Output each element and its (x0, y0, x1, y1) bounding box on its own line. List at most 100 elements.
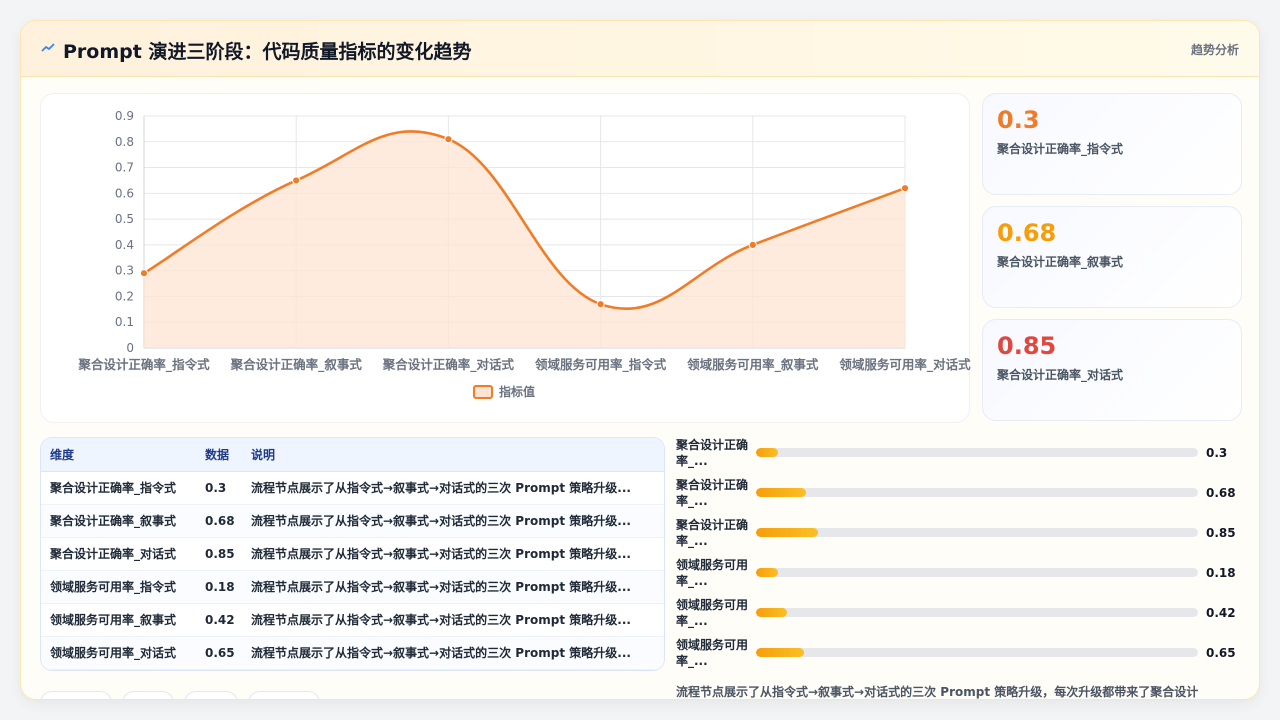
bar-value: 0.42 (1206, 606, 1236, 620)
table-cell: 流程节点展示了从指令式→叙事式→对话式的三次 Prompt 策略升级... (242, 636, 664, 670)
data-point (900, 184, 910, 193)
y-tick-label: 0.1 (115, 315, 134, 329)
page-title: Prompt 演进三阶段：代码质量指标的变化趋势 (63, 41, 472, 63)
y-tick-label: 0.6 (115, 186, 134, 200)
table-row[interactable]: 聚合设计正确率_对话式 0.85 流程节点展示了从指令式→叙事式→对话式的三次 … (41, 537, 664, 571)
bar-fill (756, 608, 787, 617)
filter-pill[interactable] (184, 691, 238, 699)
x-tick-label: 领域服务可用率_指令式 (535, 357, 667, 373)
y-tick-label: 0 (126, 341, 134, 355)
y-tick-label: 0.3 (115, 264, 134, 278)
y-tick-label: 0.5 (115, 212, 134, 226)
kpi-card-2: 0.68 聚合设计正确率_叙事式 (982, 206, 1242, 308)
table-cell: 0.85 (196, 537, 242, 571)
bar-value: 0.65 (1206, 646, 1236, 660)
filter-pill[interactable] (40, 691, 112, 699)
data-point (444, 135, 453, 144)
card-header: Prompt 演进三阶段：代码质量指标的变化趋势 趋势分析 (21, 21, 1259, 77)
bar-fill (756, 488, 806, 497)
bar-value: 0.18 (1206, 566, 1236, 580)
kpi-label: 聚合设计正确率_叙事式 (997, 255, 1124, 269)
data-point (596, 300, 605, 309)
data-point (139, 269, 149, 278)
table-cell: 0.3 (196, 471, 242, 505)
table-cell: 领域服务可用率_叙事式 (41, 603, 196, 637)
table-cell: 0.18 (196, 570, 242, 604)
table-header-row: 维度 数据 说明 (41, 438, 664, 472)
bar-label: 领域服务可用率_... (676, 598, 749, 628)
bar-track (756, 568, 1198, 577)
data-table-panel: 维度 数据 说明 聚合设计正确率_指令式 0.3 流程节点展示了从指令式→叙事式… (40, 437, 665, 671)
trend-line-icon (41, 43, 55, 52)
table-row[interactable]: 领域服务可用率_对话式 0.65 流程节点展示了从指令式→叙事式→对话式的三次 … (41, 636, 664, 670)
data-point (748, 240, 757, 249)
bar-track (756, 648, 1198, 657)
legend-label: 指标值 (499, 384, 535, 399)
table-row[interactable]: 领域服务可用率_指令式 0.18 流程节点展示了从指令式→叙事式→对话式的三次 … (41, 570, 664, 604)
kpi-value: 0.68 (997, 219, 1057, 247)
series-area (144, 131, 905, 348)
bar-row: 领域服务可用率_... 0.18 (676, 557, 1241, 597)
bar-fill (756, 648, 804, 657)
y-tick-label: 0.4 (115, 238, 134, 252)
x-tick-label: 领域服务可用率_叙事式 (687, 357, 819, 373)
bar-row: 领域服务可用率_... 0.65 (676, 637, 1241, 677)
analysis-tag[interactable]: 趋势分析 (1191, 41, 1239, 58)
bar-track (756, 608, 1198, 617)
kpi-card-1: 0.3 聚合设计正确率_指令式 (982, 93, 1242, 195)
kpi-value: 0.85 (997, 332, 1057, 360)
table-cell: 流程节点展示了从指令式→叙事式→对话式的三次 Prompt 策略升级... (242, 537, 664, 571)
bar-label: 领域服务可用率_... (676, 638, 749, 668)
bar-value: 0.85 (1206, 526, 1236, 540)
table-cell: 0.68 (196, 504, 242, 538)
table-cell: 聚合设计正确率_指令式 (41, 471, 196, 505)
bar-label: 领域服务可用率_... (676, 558, 749, 588)
legend-swatch (473, 385, 493, 399)
bar-track (756, 528, 1198, 537)
bar-row: 聚合设计正确率_... 0.85 (676, 517, 1241, 557)
table-cell: 流程节点展示了从指令式→叙事式→对话式的三次 Prompt 策略升级... (242, 504, 664, 538)
bar-row: 聚合设计正确率_... 0.68 (676, 477, 1241, 517)
line-chart: 0.9 0.8 0.7 0.6 0.5 0.4 0.3 0.2 0.1 0 聚合设计正确率_指令式 聚… (77, 109, 971, 399)
bar-fill (756, 528, 819, 537)
table-cell: 流程节点展示了从指令式→叙事式→对话式的三次 Prompt 策略升级... (242, 603, 664, 637)
table-cell: 流程节点展示了从指令式→叙事式→对话式的三次 Prompt 策略升级... (242, 570, 664, 604)
line-chart-panel: 0.9 0.8 0.7 0.6 0.5 0.4 0.3 0.2 0.1 0 聚合设计正确率_指令式 聚… (40, 93, 971, 423)
table-cell: 领域服务可用率_指令式 (41, 570, 196, 604)
x-tick-label: 领域服务可用率_对话式 (839, 357, 971, 373)
x-tick-label: 聚合设计正确率_指令式 (77, 357, 210, 373)
x-tick-label: 聚合设计正确率_对话式 (382, 357, 515, 373)
dashboard-card: Prompt 演进三阶段：代码质量指标的变化趋势 趋势分析 0.9 0.8 0.7 0… (20, 20, 1260, 700)
table-cell: 0.65 (196, 636, 242, 670)
table-cell: 聚合设计正确率_对话式 (41, 537, 196, 571)
bar-track (756, 488, 1198, 497)
bar-row: 领域服务可用率_... 0.42 (676, 597, 1241, 637)
x-tick-label: 聚合设计正确率_叙事式 (230, 357, 363, 373)
summary-note: 流程节点展示了从指令式→叙事式→对话式的三次 Prompt 策略升级，每次升级都… (676, 685, 1199, 699)
bar-fill (756, 448, 778, 457)
bar-label: 聚合设计正确率_... (676, 518, 749, 548)
y-tick-label: 0.8 (115, 135, 134, 149)
y-tick-label: 0.9 (115, 109, 134, 123)
filter-pill[interactable] (248, 691, 320, 699)
table-row[interactable]: 聚合设计正确率_叙事式 0.68 流程节点展示了从指令式→叙事式→对话式的三次 … (41, 504, 664, 538)
table-cell: 0.42 (196, 603, 242, 637)
bar-value: 0.68 (1206, 486, 1236, 500)
kpi-value: 0.3 (997, 106, 1040, 134)
column-header-dimension: 维度 (41, 438, 196, 472)
y-tick-label: 0.7 (115, 161, 134, 175)
table-row[interactable]: 聚合设计正确率_指令式 0.3 流程节点展示了从指令式→叙事式→对话式的三次 P… (41, 471, 664, 505)
kpi-label: 聚合设计正确率_指令式 (997, 142, 1124, 156)
bar-fill (756, 568, 778, 577)
filter-pill[interactable] (122, 691, 174, 699)
table-cell: 领域服务可用率_对话式 (41, 636, 196, 670)
bar-value: 0.3 (1206, 446, 1228, 460)
bar-label: 聚合设计正确率_... (676, 438, 749, 468)
kpi-card-3: 0.85 聚合设计正确率_对话式 (982, 319, 1242, 421)
progress-bar-list: 聚合设计正确率_... 0.3 聚合设计正确率_... 0.68 聚合设计正确率… (676, 437, 1241, 677)
data-table: 维度 数据 说明 聚合设计正确率_指令式 0.3 流程节点展示了从指令式→叙事式… (41, 438, 664, 670)
table-cell: 流程节点展示了从指令式→叙事式→对话式的三次 Prompt 策略升级... (242, 471, 664, 505)
y-tick-label: 0.2 (115, 289, 134, 303)
column-header-description: 说明 (242, 438, 664, 472)
table-row[interactable]: 领域服务可用率_叙事式 0.42 流程节点展示了从指令式→叙事式→对话式的三次 … (41, 603, 664, 637)
